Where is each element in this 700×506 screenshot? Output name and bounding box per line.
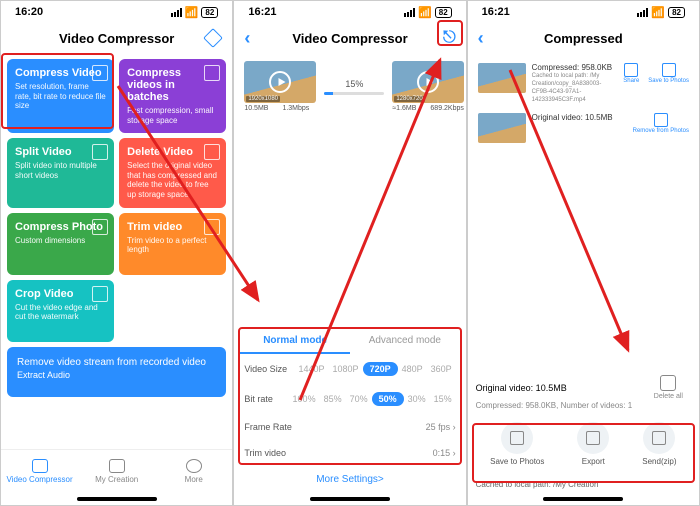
card-sub: Custom dimensions — [15, 236, 106, 246]
trash-icon — [654, 113, 668, 127]
feature-icon — [92, 144, 108, 160]
row-framerate[interactable]: Frame Rate 25 fps › — [240, 414, 459, 440]
screen-home: 16:20 📶82 Video Compressor Compress Vide… — [0, 0, 233, 506]
tab-compressor[interactable]: Video Compressor — [1, 450, 78, 493]
footer-path: Cached to local path: /My Creation — [474, 476, 693, 493]
folder-icon — [109, 459, 125, 473]
size-option[interactable]: 480P — [398, 362, 427, 376]
feature-icon — [204, 65, 220, 81]
send-icon — [652, 431, 666, 445]
tab-creation[interactable]: My Creation — [78, 450, 155, 493]
chevron-right-icon: › — [453, 448, 456, 458]
bitrate-option[interactable]: 15% — [430, 392, 456, 406]
tab-normal[interactable]: Normal mode — [240, 329, 350, 354]
navbar: ‹ Video Compressor ⎋ — [234, 23, 465, 53]
status-bar: 16:21 📶82 — [468, 1, 699, 23]
card-title: Remove video stream from recorded video — [17, 357, 216, 368]
size-option[interactable]: 1080P — [329, 362, 363, 376]
save-photos-button[interactable]: Save to Photos — [648, 63, 689, 84]
feature-icon — [92, 286, 108, 302]
mode-tabs: Normal mode Advanced mode — [240, 329, 459, 354]
feature-card[interactable]: Crop VideoCut the video edge and cut the… — [7, 280, 114, 342]
action-save[interactable]: Save to Photos — [490, 422, 544, 466]
size-option[interactable]: 720P — [363, 362, 398, 376]
feature-icon — [204, 219, 220, 235]
page-title: Video Compressor — [59, 31, 174, 46]
back-button[interactable]: ‹ — [478, 28, 484, 49]
feature-icon — [204, 144, 220, 160]
screen-compressed: 16:21 📶82 ‹ Compressed Compressed: 958.0… — [467, 0, 700, 506]
compress-pct: 15% — [345, 79, 363, 89]
compressor-icon — [32, 459, 48, 473]
delete-all-button[interactable]: Delete all — [654, 375, 683, 400]
original-thumb[interactable] — [478, 113, 526, 143]
feature-icon — [92, 219, 108, 235]
extract-audio-card[interactable]: Remove video stream from recorded video … — [7, 347, 226, 397]
size-option[interactable]: 360P — [427, 362, 456, 376]
download-icon — [510, 431, 524, 445]
card-sub: Select the original video that has compr… — [127, 161, 218, 199]
page-title: Video Compressor — [292, 31, 407, 46]
feature-card[interactable]: Compress PhotoCustom dimensions — [7, 213, 114, 275]
result-thumb[interactable] — [478, 63, 526, 93]
bitrate-option[interactable]: 100% — [289, 392, 320, 406]
feature-card[interactable]: Compress videos in batchesFast compressi… — [119, 59, 226, 133]
bitrate-option[interactable]: 50% — [372, 392, 404, 406]
compressed-size: Compressed: 958.0KB — [532, 63, 615, 73]
export-icon — [586, 431, 600, 445]
feature-card[interactable]: Compress VideoSet resolution, frame rate… — [7, 59, 114, 133]
tab-advanced[interactable]: Advanced mode — [350, 329, 460, 354]
export-button[interactable]: ⎋ — [443, 29, 456, 47]
time: 16:21 — [248, 6, 276, 18]
gear-icon — [186, 459, 202, 473]
bottom-tabs: Video Compressor My Creation More — [1, 449, 232, 493]
bitrate-option[interactable]: 30% — [404, 392, 430, 406]
time: 16:20 — [15, 6, 43, 18]
feature-card[interactable]: Delete VideoSelect the original video th… — [119, 138, 226, 207]
cache-path: Cached to local path: /My Creation/copy_… — [532, 73, 615, 104]
navbar: ‹ Compressed — [468, 23, 699, 53]
back-button[interactable]: ‹ — [244, 28, 250, 49]
action-send[interactable]: Send(zip) — [642, 422, 676, 466]
feature-icon — [92, 65, 108, 81]
chevron-right-icon: › — [453, 422, 456, 432]
size-option[interactable]: 1440P — [295, 362, 329, 376]
card-sub: Fast compression, small storage space — [127, 106, 218, 125]
share-icon — [624, 63, 638, 77]
battery: 82 — [201, 7, 218, 18]
card-sub: Split video into multiple short videos — [15, 161, 106, 180]
more-settings[interactable]: More Settings> — [240, 466, 459, 493]
card-sub: Set resolution, frame rate, bit rate to … — [15, 82, 106, 111]
navbar: Video Compressor — [1, 23, 232, 53]
remove-button[interactable]: Remove from Photos — [633, 113, 689, 134]
bitrate-option[interactable]: 85% — [320, 392, 346, 406]
page-title: Compressed — [544, 31, 623, 46]
original-size: Original video: 10.5MB — [532, 113, 624, 123]
status-bar: 16:20 📶82 — [1, 1, 232, 23]
share-button[interactable]: Share — [623, 63, 639, 84]
screen-compress-settings: 16:21 📶82 ‹ Video Compressor ⎋ 1920x1080… — [233, 0, 466, 506]
bitrate-option[interactable]: 70% — [346, 392, 372, 406]
row-bitrate: Bit rate 100%85%70%50%30%15% — [240, 384, 459, 414]
row-video-size: Video Size 1440P1080P720P480P360P — [240, 354, 459, 384]
card-sub: Trim video to a perfect length — [127, 236, 218, 255]
premium-icon[interactable] — [203, 28, 223, 48]
tab-more[interactable]: More — [155, 450, 232, 493]
card-sub: Extract Audio — [17, 370, 216, 380]
action-export[interactable]: Export — [577, 422, 609, 466]
trash-icon — [660, 375, 676, 391]
target-thumb[interactable]: 1280x720 — [392, 61, 464, 103]
feature-card[interactable]: Trim videoTrim video to a perfect length — [119, 213, 226, 275]
feature-card[interactable]: Split VideoSplit video into multiple sho… — [7, 138, 114, 207]
summary-count: Compressed: 958.0KB, Number of videos: 1 — [474, 399, 693, 412]
row-trim[interactable]: Trim video 0:15 › — [240, 440, 459, 466]
time: 16:21 — [482, 6, 510, 18]
card-sub: Cut the video edge and cut the watermark — [15, 303, 106, 322]
status-bar: 16:21 📶82 — [234, 1, 465, 23]
source-thumb[interactable]: 1920x1080 — [244, 61, 316, 103]
download-icon — [662, 63, 676, 77]
